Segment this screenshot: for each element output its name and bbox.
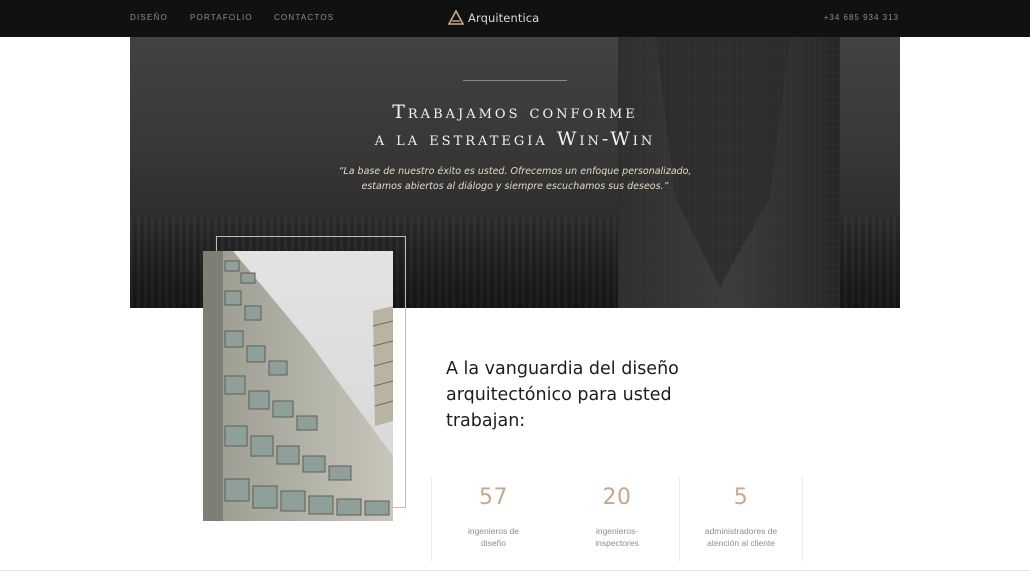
stats-row: 57 ingenieros de diseño 20 ingenieros- i… — [431, 477, 803, 561]
stat-value: 5 — [733, 485, 749, 510]
hero-title-line-1: Trabajamos conforme — [392, 101, 638, 123]
bottom-divider — [0, 570, 1030, 571]
nav-link-contactos[interactable]: CONTACTOS — [274, 13, 334, 22]
hero-quote-line-1: “La base de nuestro éxito es usted. Ofre… — [338, 166, 692, 177]
top-navigation-bar: DISEÑO PORTAFOLIO CONTACTOS Arquitentica… — [0, 0, 1030, 37]
hero-quote: “La base de nuestro éxito es usted. Ofre… — [130, 164, 900, 194]
stat-label-line: ingenieros de — [467, 526, 520, 536]
building-photo — [203, 251, 393, 521]
stat-label-line: diseño — [480, 538, 507, 548]
stat-label: ingenieros- inspectores — [569, 525, 665, 549]
stat-label-line: atención al cliente — [706, 538, 776, 548]
stat-label: ingenieros de diseño — [446, 525, 542, 549]
stat-label-line: inspectores — [595, 538, 639, 548]
section-headline: A la vanguardia del diseño arquitectónic… — [446, 356, 736, 434]
headline-line-2: arquitectónico para usted — [446, 385, 672, 405]
hero-title: Trabajamos conforme a la estrategia Win-… — [130, 99, 900, 153]
triangle-logo-icon — [448, 10, 464, 26]
phone-number[interactable]: +34 685 934 313 — [824, 13, 899, 22]
logo-text: Arquitentica — [468, 11, 540, 25]
hero-title-line-2: a la estrategia Win-Win — [374, 128, 656, 150]
stat-value: 57 — [479, 485, 508, 510]
stat-value: 20 — [602, 485, 632, 510]
nav-link-portafolio[interactable]: PORTAFOLIO — [190, 13, 253, 22]
stat-inspector-engineers: 20 ingenieros- inspectores — [555, 477, 679, 561]
hero-quote-line-2: estamos abiertos al diálogo y siempre es… — [361, 181, 669, 192]
stat-label-line: ingenieros- — [595, 526, 639, 536]
nav-link-diseno[interactable]: DISEÑO — [130, 13, 168, 22]
stat-label: administradores de atención al cliente — [693, 525, 789, 549]
hero-divider — [463, 80, 567, 81]
headline-line-1: A la vanguardia del diseño — [446, 359, 679, 379]
stat-customer-admins: 5 administradores de atención al cliente — [679, 477, 803, 561]
stat-design-engineers: 57 ingenieros de diseño — [431, 477, 555, 561]
site-logo[interactable]: Arquitentica — [448, 9, 539, 27]
stat-label-line: administradores de — [704, 526, 778, 536]
headline-line-3: trabajan: — [446, 411, 526, 431]
